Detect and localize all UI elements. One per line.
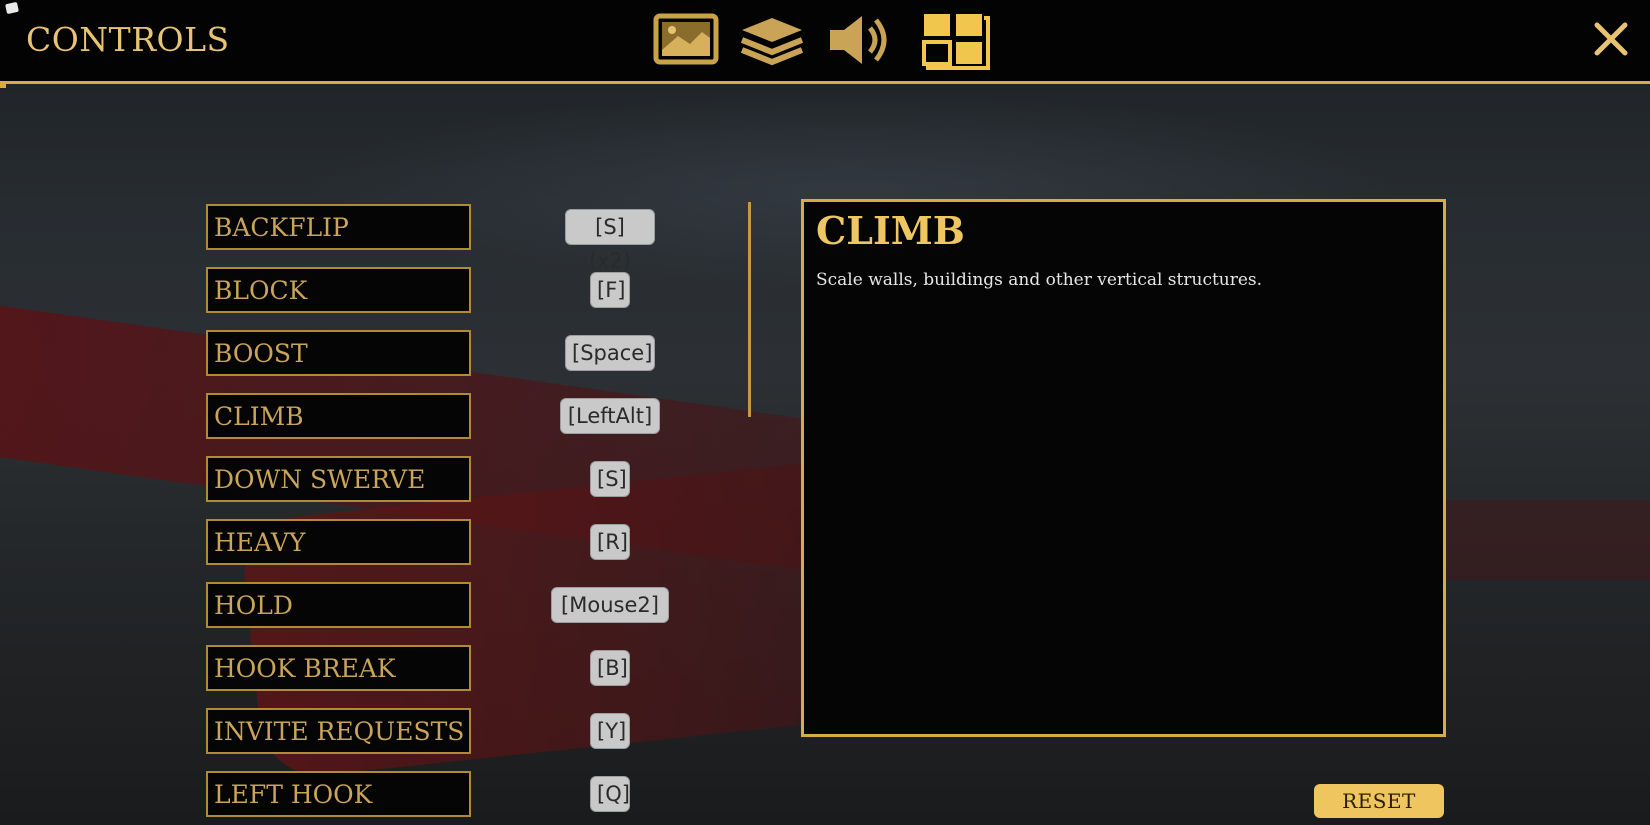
control-action-label: BLOCK bbox=[214, 276, 308, 305]
keybind-button[interactable]: [LeftAlt] bbox=[560, 398, 660, 434]
control-row-invite-requests[interactable]: INVITE REQUESTS bbox=[206, 708, 471, 754]
control-row-hold[interactable]: HOLD bbox=[206, 582, 471, 628]
close-icon bbox=[1594, 22, 1628, 56]
keybind-button[interactable]: [S] bbox=[590, 461, 630, 497]
display-icon bbox=[653, 13, 719, 65]
control-row-backflip[interactable]: BACKFLIP bbox=[206, 204, 471, 250]
keybind-button[interactable]: [Space] bbox=[565, 335, 655, 371]
window-corner-icon bbox=[5, 1, 19, 15]
tab-interface[interactable] bbox=[736, 10, 808, 70]
reset-button[interactable]: RESET bbox=[1314, 784, 1444, 818]
control-row-heavy[interactable]: HEAVY bbox=[206, 519, 471, 565]
audio-icon bbox=[830, 16, 887, 64]
layers-icon bbox=[740, 18, 804, 66]
page-title: CONTROLS bbox=[26, 20, 230, 59]
scroll-divider[interactable] bbox=[748, 202, 751, 417]
frame-corner bbox=[0, 82, 6, 88]
control-description-panel: CLIMB Scale walls, buildings and other v… bbox=[801, 199, 1446, 737]
keybind-button[interactable]: [S] (x2) bbox=[565, 209, 655, 273]
close-button[interactable] bbox=[1592, 20, 1630, 58]
keybind-button[interactable]: [Mouse2] bbox=[551, 587, 669, 623]
control-row-left-hook[interactable]: LEFT HOOK bbox=[206, 771, 471, 817]
controls-icon bbox=[922, 14, 990, 70]
description-text: Scale walls, buildings and other vertica… bbox=[816, 270, 1263, 290]
keybind-button[interactable]: [Y] bbox=[590, 713, 630, 749]
control-action-label: DOWN SWERVE bbox=[214, 465, 426, 494]
control-row-boost[interactable]: BOOST bbox=[206, 330, 471, 376]
control-action-label: INVITE REQUESTS bbox=[214, 717, 465, 746]
control-row-climb[interactable]: CLIMB bbox=[206, 393, 471, 439]
keybind-button[interactable]: [F] bbox=[590, 272, 630, 308]
keybind-button[interactable]: [R] bbox=[590, 524, 630, 560]
control-action-label: HEAVY bbox=[214, 528, 306, 557]
tab-graphics[interactable] bbox=[650, 10, 722, 70]
tab-controls[interactable] bbox=[918, 10, 990, 70]
control-action-label: CLIMB bbox=[214, 402, 304, 431]
control-row-down-swerve[interactable]: DOWN SWERVE bbox=[206, 456, 471, 502]
keybind-button[interactable]: [B] bbox=[590, 650, 630, 686]
control-action-label: BACKFLIP bbox=[214, 213, 349, 242]
control-row-block[interactable]: BLOCK bbox=[206, 267, 471, 313]
control-action-label: BOOST bbox=[214, 339, 308, 368]
settings-top-bar: CONTROLS bbox=[0, 0, 1650, 84]
tab-audio[interactable] bbox=[822, 10, 894, 70]
keybind-button[interactable]: [Q] bbox=[590, 776, 630, 812]
control-action-label: HOOK BREAK bbox=[214, 654, 396, 683]
control-action-label: LEFT HOOK bbox=[214, 780, 373, 809]
control-action-label: HOLD bbox=[214, 591, 293, 620]
control-row-hook-break[interactable]: HOOK BREAK bbox=[206, 645, 471, 691]
description-title: CLIMB bbox=[816, 208, 965, 253]
